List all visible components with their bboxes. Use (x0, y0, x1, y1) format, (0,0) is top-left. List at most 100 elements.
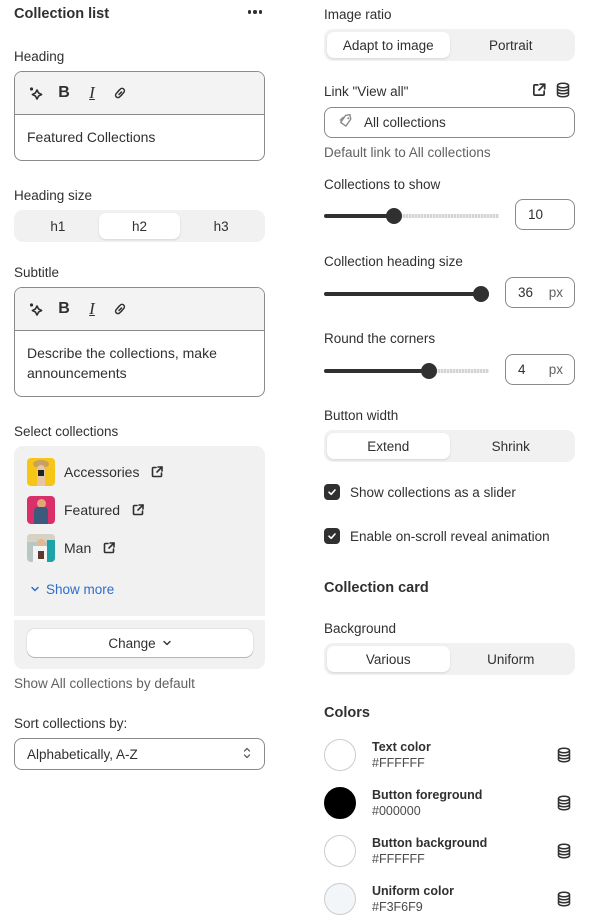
slider-track-filled (324, 292, 481, 296)
external-link-icon[interactable] (531, 82, 547, 98)
heading-size-segmented: h1 h2 h3 (14, 210, 265, 242)
color-hex: #F3F6F9 (372, 900, 423, 914)
image-ratio-portrait[interactable]: Portrait (450, 32, 573, 58)
dynamic-source-icon[interactable] (557, 747, 571, 763)
subtitle-input[interactable]: Describe the collections, make announcem… (15, 331, 264, 395)
collections-help-text: Show All collections by default (14, 676, 195, 691)
change-button-label: Change (108, 635, 156, 651)
collections-to-show-input[interactable]: 10 (515, 199, 575, 230)
external-link-icon[interactable] (150, 465, 164, 479)
background-various[interactable]: Various (327, 646, 450, 672)
button-width-segmented: Extend Shrink (324, 430, 575, 462)
view-all-link-value: All collections (364, 115, 446, 130)
color-hex: #000000 (372, 804, 421, 818)
collection-heading-size-input[interactable]: 36 px (505, 277, 575, 308)
collection-tag-icon (338, 113, 354, 132)
slider-track-empty (394, 214, 499, 218)
italic-icon[interactable]: I (83, 83, 101, 102)
color-row-uniform[interactable]: Uniform color #F3F6F9 (324, 883, 575, 917)
color-name: Uniform color (372, 884, 454, 898)
color-swatch[interactable] (324, 739, 356, 771)
external-link-icon[interactable] (102, 541, 116, 555)
color-swatch[interactable] (324, 835, 356, 867)
subtitle-label: Subtitle (14, 265, 60, 280)
collections-to-show-value: 10 (528, 207, 544, 222)
collection-item[interactable]: Accessories (27, 458, 164, 486)
unit-suffix: px (548, 285, 563, 300)
collections-to-show-slider[interactable] (324, 206, 499, 226)
sort-select[interactable]: Alphabetically, A-Z (14, 738, 265, 770)
color-name: Button foreground (372, 788, 483, 802)
dynamic-source-icon[interactable] (557, 843, 571, 859)
dynamic-source-icon[interactable] (556, 82, 570, 98)
ai-sparkle-icon[interactable] (27, 300, 45, 318)
bold-icon[interactable]: B (55, 300, 73, 318)
heading-editor[interactable]: B I Featured Collections (14, 71, 265, 161)
collection-thumbnail (27, 496, 55, 524)
color-swatch[interactable] (324, 787, 356, 819)
select-arrows-icon (242, 746, 252, 763)
show-more-link[interactable]: Show more (30, 582, 114, 597)
slider-thumb[interactable] (473, 286, 489, 302)
change-button[interactable]: Change (27, 629, 253, 657)
round-corners-label: Round the corners (324, 331, 436, 346)
dynamic-source-icon[interactable] (557, 891, 571, 907)
dynamic-source-icon[interactable] (557, 795, 571, 811)
slider-checkbox-row[interactable]: Show collections as a slider (324, 484, 516, 500)
bold-icon[interactable]: B (55, 84, 73, 102)
heading-size-h2[interactable]: h2 (98, 213, 181, 239)
link-icon[interactable] (111, 300, 129, 318)
subtitle-editor[interactable]: B I Describe the collections, make annou… (14, 287, 265, 397)
chevron-down-icon (30, 582, 40, 597)
button-width-shrink[interactable]: Shrink (450, 433, 573, 459)
color-hex: #FFFFFF (372, 852, 425, 866)
colors-title: Colors (324, 705, 370, 721)
collection-heading-size-label: Collection heading size (324, 254, 463, 269)
color-swatch[interactable] (324, 883, 356, 915)
sort-value: Alphabetically, A-Z (27, 746, 138, 762)
heading-label: Heading (14, 49, 65, 64)
collection-item[interactable]: Man (27, 534, 116, 562)
button-width-extend[interactable]: Extend (327, 433, 450, 459)
round-corners-input[interactable]: 4 px (505, 354, 575, 385)
collection-item[interactable]: Featured (27, 496, 145, 524)
collection-card-title: Collection card (324, 580, 429, 596)
heading-editor-toolbar: B I (15, 72, 264, 115)
collection-thumbnail (27, 534, 55, 562)
ai-sparkle-icon[interactable] (27, 84, 45, 102)
color-row-button-background[interactable]: Button background #FFFFFF (324, 835, 575, 869)
heading-size-h1[interactable]: h1 (17, 213, 99, 239)
round-corners-slider[interactable] (324, 361, 489, 381)
slider-track-filled (324, 214, 394, 218)
slider-thumb[interactable] (420, 363, 437, 379)
subtitle-editor-toolbar: B I (15, 288, 264, 331)
collection-name: Man (64, 540, 92, 556)
heading-size-label: Heading size (14, 188, 93, 203)
background-uniform[interactable]: Uniform (450, 646, 573, 672)
background-segmented: Various Uniform (324, 643, 575, 675)
checkbox-checked[interactable] (324, 484, 340, 500)
more-horizontal-icon[interactable] (246, 5, 264, 19)
image-ratio-adapt[interactable]: Adapt to image (327, 32, 450, 58)
color-row-button-foreground[interactable]: Button foreground #000000 (324, 787, 575, 821)
slider-thumb[interactable] (386, 208, 402, 224)
collections-picker: Accessories Featured Man Show more Chang… (14, 446, 265, 669)
heading-input[interactable]: Featured Collections (15, 115, 264, 159)
checkbox-checked[interactable] (324, 528, 340, 544)
color-name: Button background (372, 836, 488, 850)
heading-size-h3[interactable]: h3 (180, 213, 262, 239)
view-all-help-text: Default link to All collections (324, 145, 491, 160)
chevron-down-icon (162, 636, 172, 651)
color-row-text[interactable]: Text color #FFFFFF (324, 739, 575, 773)
view-all-link-input[interactable]: All collections (324, 107, 575, 138)
collection-name: Featured (64, 502, 121, 518)
reveal-animation-checkbox-row[interactable]: Enable on-scroll reveal animation (324, 528, 550, 544)
link-icon[interactable] (111, 84, 129, 102)
select-collections-label: Select collections (14, 424, 119, 439)
collection-heading-size-slider[interactable] (324, 284, 489, 304)
background-label: Background (324, 621, 397, 636)
italic-icon[interactable]: I (83, 299, 101, 318)
section-title: Collection list (14, 6, 110, 22)
collection-heading-size-value: 36 (518, 285, 534, 300)
external-link-icon[interactable] (131, 503, 145, 517)
